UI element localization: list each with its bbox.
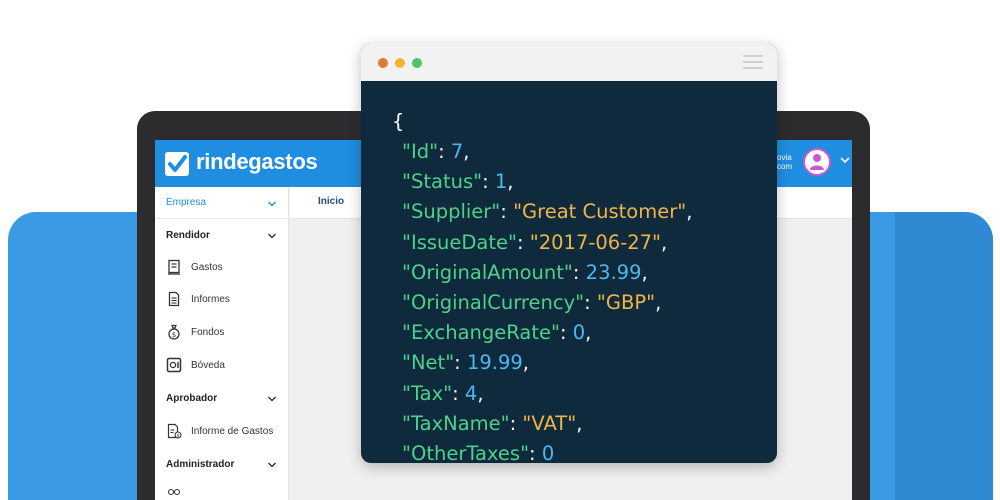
hamburger-menu-icon[interactable] (743, 55, 763, 69)
money-bag-icon: $ (168, 324, 180, 340)
sidebar: Empresa Rendidor Gastos Informes $ Fondo… (155, 187, 289, 500)
json-comma: , (655, 290, 662, 314)
json-lines: "Id": 7, "Status": 1, "Supplier": "Great C… (402, 137, 692, 463)
json-line: "TaxName": "VAT", (402, 409, 692, 439)
json-line: "IssueDate": "2017-06-27", (402, 228, 692, 258)
document-icon (168, 291, 180, 307)
json-comma: , (507, 170, 514, 194)
json-key: "Supplier" (402, 200, 501, 224)
json-line: "Status": 1, (402, 167, 692, 197)
json-colon: : (559, 321, 573, 345)
json-key: "OriginalCurrency" (402, 290, 585, 314)
chevron-down-icon (268, 201, 276, 207)
json-comma: , (522, 351, 529, 375)
json-value: 7 (450, 140, 464, 163)
json-comma: , (686, 200, 693, 224)
json-comma: , (585, 321, 592, 345)
json-key: "IssueDate" (402, 230, 517, 254)
tab-inicio[interactable]: Inicio (318, 196, 344, 207)
json-line: "OriginalCurrency": "GBP", (402, 288, 692, 318)
json-line: "OriginalAmount": 23.99, (402, 258, 692, 288)
section-administrador[interactable]: Administrador (166, 459, 234, 470)
json-colon: : (438, 140, 451, 163)
json-value: "Great Customer" (513, 200, 687, 224)
section-rendidor[interactable]: Rendidor (166, 230, 210, 241)
json-code: { "Id": 7, "Status": 1, "Supplier": "Great… (392, 110, 772, 463)
report-approve-icon: $ (167, 423, 182, 439)
empresa-selector[interactable]: Empresa (155, 187, 289, 219)
json-value: 0 (572, 321, 586, 345)
user-line-2: com (777, 162, 793, 171)
users-icon (167, 488, 181, 496)
json-key: "ExchangeRate" (402, 321, 560, 345)
sidebar-item-label: Informe de Gastos (191, 426, 274, 437)
json-open-brace: { (392, 110, 405, 133)
section-aprobador[interactable]: Aprobador (166, 393, 217, 404)
json-key: "Net" (402, 351, 455, 375)
json-line: "Tax": 4, (402, 379, 692, 409)
user-icon (810, 154, 824, 170)
json-colon: : (529, 441, 542, 463)
svg-text:$: $ (177, 433, 180, 439)
json-value: 23.99 (585, 260, 642, 284)
json-key: "OtherTaxes" (402, 441, 530, 463)
json-comma: , (477, 381, 484, 405)
json-colon: : (584, 290, 597, 314)
json-comma: , (463, 140, 470, 163)
json-key: "OriginalAmount" (402, 260, 573, 284)
chevron-down-icon[interactable] (267, 231, 277, 241)
background-band-shade (895, 212, 993, 500)
json-comma: , (576, 411, 583, 435)
minimize-dot-icon[interactable] (395, 58, 405, 68)
chevron-down-icon[interactable] (839, 154, 851, 166)
sidebar-item-label: Gastos (191, 262, 223, 273)
user-info: ovia com (777, 153, 792, 171)
json-value: 4 (464, 381, 478, 405)
json-value: "VAT" (522, 411, 577, 435)
json-line: "Supplier": "Great Customer", (402, 197, 692, 227)
json-code-window: { "Id": 7, "Status": 1, "Supplier": "Great… (361, 43, 777, 463)
close-dot-icon[interactable] (378, 58, 388, 68)
json-colon: : (509, 411, 523, 435)
vault-icon (166, 357, 182, 373)
json-colon: : (452, 381, 465, 405)
json-colon: : (454, 351, 467, 375)
json-value: 19.99 (466, 351, 523, 375)
json-line: "OtherTaxes": 0 (402, 439, 692, 463)
json-line: "ExchangeRate": 0, (402, 318, 692, 348)
json-value: "2017-06-27" (529, 230, 662, 254)
json-comma: , (661, 230, 668, 254)
stage: rindegastos ovia com Empresa Rendidor Ga… (0, 0, 1000, 500)
receipt-icon (168, 259, 180, 275)
json-colon: : (516, 230, 530, 254)
json-value: "GBP" (596, 290, 656, 314)
json-comma: , (641, 260, 648, 284)
json-line: "Net": 19.99, (402, 348, 692, 378)
window-titlebar (361, 43, 777, 81)
avatar[interactable] (803, 148, 831, 176)
json-key: "Tax" (402, 381, 453, 405)
json-key: "Status" (402, 170, 483, 194)
json-colon: : (572, 260, 586, 284)
empresa-label: Empresa (166, 197, 207, 208)
json-line: "Id": 7, (402, 137, 692, 167)
checkmark-icon (168, 155, 187, 172)
chevron-down-icon[interactable] (267, 460, 277, 470)
svg-text:$: $ (172, 331, 176, 339)
json-key: "TaxName" (402, 411, 510, 435)
json-value: 1 (494, 170, 508, 194)
json-colon: : (500, 200, 514, 224)
user-line-1: ovia (777, 153, 792, 162)
maximize-dot-icon[interactable] (412, 58, 422, 68)
json-key: "Id" (402, 140, 439, 163)
json-value: 0 (541, 441, 555, 463)
sidebar-item-label: Informes (191, 294, 230, 305)
brand-name[interactable]: rindegastos (196, 149, 318, 175)
brand-logo-icon (165, 152, 189, 176)
sidebar-item-label: Bóveda (191, 360, 225, 371)
json-colon: : (482, 170, 495, 194)
sidebar-item-label: Fondos (191, 327, 225, 338)
chevron-down-icon[interactable] (267, 394, 277, 404)
